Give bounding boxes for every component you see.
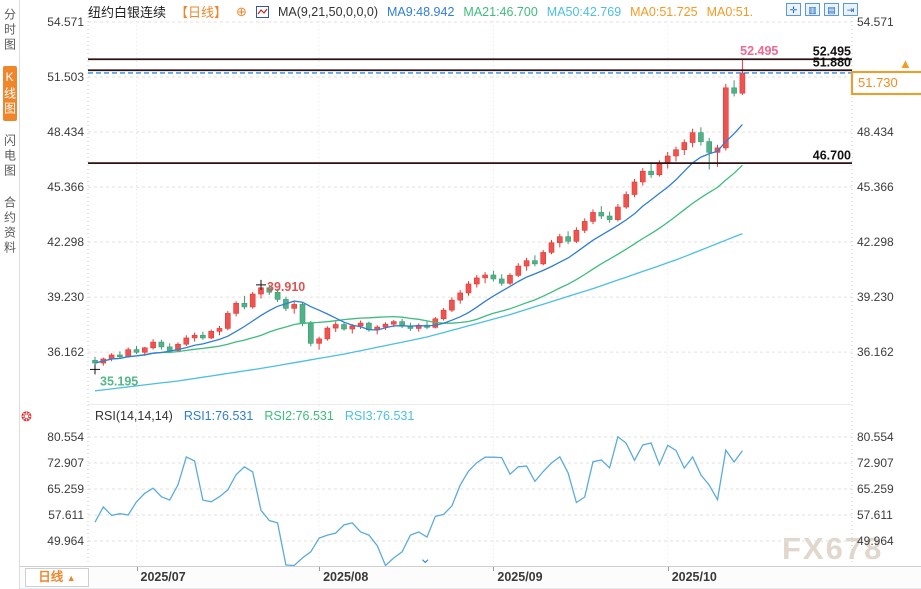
- svg-text:80.554: 80.554: [857, 430, 894, 444]
- month-tick: [319, 567, 320, 571]
- svg-text:57.611: 57.611: [48, 508, 84, 522]
- sidebar-item-kline-chart[interactable]: K线图: [3, 66, 17, 121]
- pane-collapse-chevron-icon[interactable]: ⌄: [419, 553, 432, 565]
- svg-text:42.298: 42.298: [857, 235, 894, 249]
- svg-text:48.434: 48.434: [857, 125, 894, 139]
- ma21-value: MA21:46.700: [463, 5, 537, 19]
- svg-text:51.880: 51.880: [813, 56, 851, 70]
- svg-text:54.571: 54.571: [47, 15, 84, 29]
- chart-toolbar: ✛ ▥ ▤ ⇥: [786, 3, 858, 16]
- chart-canvas[interactable]: 54.57154.57151.50351.50348.43448.43445.3…: [0, 0, 921, 589]
- svg-text:49.964: 49.964: [47, 534, 84, 548]
- collapse-panel-icon[interactable]: ⇥: [843, 3, 858, 16]
- svg-text:35.195: 35.195: [100, 374, 138, 388]
- sidebar-item-time-chart[interactable]: 分时图: [3, 4, 17, 57]
- svg-text:36.162: 36.162: [857, 345, 894, 359]
- svg-text:48.434: 48.434: [47, 125, 84, 139]
- rsi1-value: RSI1:76.531: [184, 409, 254, 423]
- month-tick: [668, 567, 669, 571]
- svg-text:65.259: 65.259: [857, 482, 894, 496]
- svg-text:51.503: 51.503: [47, 70, 84, 84]
- svg-text:45.366: 45.366: [857, 180, 894, 194]
- svg-text:46.700: 46.700: [813, 149, 851, 163]
- svg-text:42.298: 42.298: [47, 235, 84, 249]
- chart-header: 纽约白银连续 【日线】 ⊕ MA(9,21,50,0,0,0) MA9:48.9…: [88, 2, 753, 21]
- period-tab-label: 日线: [38, 570, 63, 584]
- svg-text:80.554: 80.554: [47, 430, 84, 444]
- month-label: 2025/10: [672, 570, 717, 584]
- period-label: 【日线】: [175, 2, 227, 21]
- ma-formula: MA(9,21,50,0,0,0): [278, 5, 378, 19]
- sidebar-item-lightning-chart[interactable]: 闪电图: [3, 130, 17, 183]
- svg-text:39.230: 39.230: [857, 290, 894, 304]
- period-tab-arrow-icon: ▲: [67, 573, 76, 583]
- svg-text:45.366: 45.366: [47, 180, 84, 194]
- svg-text:72.907: 72.907: [857, 456, 894, 470]
- indicator-pane-icon[interactable]: ▤: [824, 3, 839, 16]
- month-label: 2025/09: [497, 570, 542, 584]
- month-label: 2025/08: [323, 570, 368, 584]
- svg-text:57.611: 57.611: [857, 508, 893, 522]
- svg-text:39.230: 39.230: [47, 290, 84, 304]
- rsi3-value: RSI3:76.531: [345, 409, 415, 423]
- month-label: 2025/07: [141, 570, 186, 584]
- svg-text:52.495: 52.495: [740, 44, 778, 58]
- instrument-title: 纽约白银连续: [88, 2, 166, 21]
- svg-text:72.907: 72.907: [47, 456, 84, 470]
- price-up-arrow-icon: ▲: [899, 56, 912, 71]
- svg-text:39.910: 39.910: [267, 280, 305, 294]
- main-pane-icon[interactable]: ▥: [805, 3, 820, 16]
- svg-text:49.964: 49.964: [857, 534, 894, 548]
- rsi-settings-icon[interactable]: ❂: [21, 409, 32, 425]
- ma50-value: MA50:42.769: [547, 5, 621, 19]
- time-axis-bar: 日线 ▲ 2025/07 2025/08 2025/09 2025/10: [20, 566, 921, 589]
- trading-app-window: FX678 54.57154.57151.50351.50348.43448.4…: [0, 0, 921, 589]
- svg-text:36.162: 36.162: [47, 345, 84, 359]
- period-selector-tab[interactable]: 日线 ▲: [25, 568, 89, 587]
- add-indicator-icon[interactable]: ⊕: [236, 4, 247, 20]
- ma0-value-1: MA0:51.725: [630, 5, 697, 19]
- svg-text:65.259: 65.259: [47, 482, 84, 496]
- ma-legend-icon: [256, 6, 269, 18]
- chart-type-sidebar: 分时图 K线图 闪电图 合约资料: [0, 0, 20, 589]
- month-tick: [137, 567, 138, 571]
- month-tick: [493, 567, 494, 571]
- svg-text:54.571: 54.571: [857, 15, 894, 29]
- crosshair-icon[interactable]: ✛: [786, 3, 801, 16]
- rsi2-value: RSI2:76.531: [264, 409, 334, 423]
- ma0-value-2: MA0:51.: [707, 5, 754, 19]
- ma9-value: MA9:48.942: [387, 5, 454, 19]
- rsi-formula: RSI(14,14,14): [95, 409, 173, 423]
- svg-text:52.495: 52.495: [813, 45, 851, 59]
- rsi-header: RSI(14,14,14) RSI1:76.531 RSI2:76.531 RS…: [95, 409, 414, 423]
- current-price-badge: 51.730: [851, 71, 921, 95]
- sidebar-item-contract-info[interactable]: 合约资料: [3, 192, 17, 260]
